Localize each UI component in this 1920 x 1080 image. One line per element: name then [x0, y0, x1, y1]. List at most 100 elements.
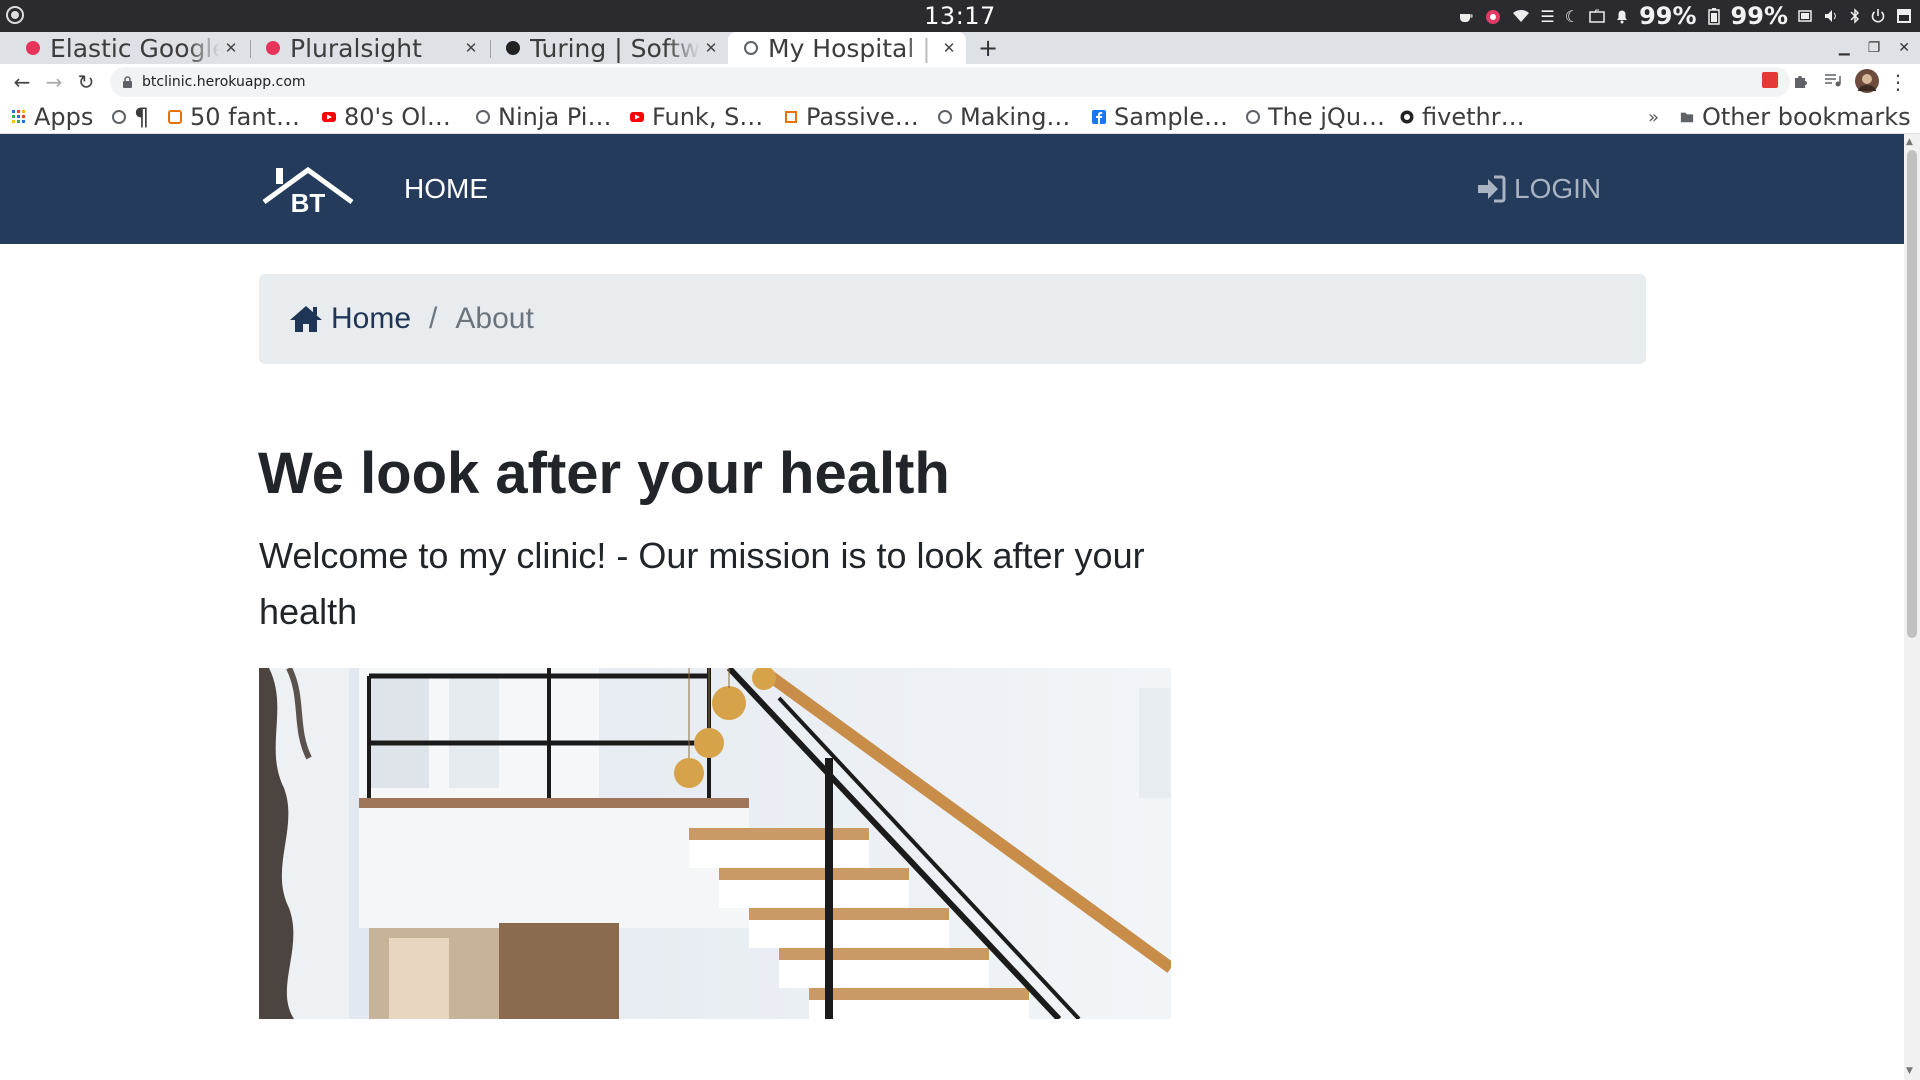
pluralsight-favicon-icon	[26, 41, 40, 55]
bookmark-item[interactable]: Passive…	[784, 100, 919, 134]
night-mode-icon[interactable]: ☾	[1565, 7, 1579, 26]
volume-icon[interactable]	[1824, 9, 1840, 23]
breadcrumb-separator: /	[429, 302, 438, 335]
youtube-icon	[322, 110, 336, 124]
close-window-icon[interactable]: ✕	[1898, 40, 1910, 56]
kebab-menu-icon[interactable]: ⋮	[1886, 70, 1910, 94]
close-icon[interactable]: ✕	[220, 39, 242, 57]
bell-icon[interactable]	[1615, 8, 1629, 24]
menu-lines-icon[interactable]: ☰	[1540, 7, 1554, 26]
home-icon	[289, 304, 323, 334]
window-icon[interactable]	[1896, 8, 1912, 24]
back-arrow-icon[interactable]: ←	[10, 70, 34, 94]
tab-title: Turing | Software	[530, 33, 700, 63]
bookmark-item[interactable]: Sample…	[1092, 100, 1228, 134]
bookmark-label: Making…	[960, 103, 1071, 131]
tab-turing[interactable]: Turing | Software ✕	[490, 32, 728, 64]
bookmarks-overflow-chevron[interactable]: »	[1648, 100, 1659, 134]
bookmarks-bar: Apps ¶ 50 fant… 80's Ol… Ninja Pi… Funk,…	[0, 100, 1920, 134]
battery-2-percent[interactable]: 99%	[1731, 2, 1788, 30]
bookmark-item[interactable]: fivethr…	[1400, 100, 1525, 134]
system-tray: ☰ ☾ 99% 99%	[1458, 0, 1912, 32]
folder-icon[interactable]	[1589, 9, 1605, 23]
bookmark-label: 50 fant…	[190, 103, 300, 131]
other-bookmarks[interactable]: Other bookmarks	[1680, 100, 1911, 134]
bookmark-label: Ninja Pi…	[498, 103, 612, 131]
bookmark-item[interactable]: 50 fant…	[168, 100, 300, 134]
battery-1-percent[interactable]: 99%	[1639, 2, 1696, 30]
activities-icon[interactable]	[6, 6, 24, 24]
pluralsight-favicon-icon	[266, 41, 280, 55]
site-navbar: BT HOME LOGIN	[0, 134, 1904, 244]
chip-icon	[784, 110, 798, 124]
maximize-icon[interactable]: ❐	[1868, 40, 1881, 56]
turing-favicon-icon	[506, 41, 520, 55]
bluetooth-icon[interactable]	[1850, 8, 1860, 24]
bookmark-label: ¶	[134, 103, 150, 131]
new-tab-button[interactable]: +	[976, 32, 1000, 64]
bookmark-item[interactable]: Making…	[938, 100, 1070, 134]
scrollbar-thumb[interactable]	[1907, 150, 1917, 638]
battery-icon[interactable]	[1707, 7, 1721, 25]
breadcrumb-home-label: Home	[331, 302, 412, 335]
app-indicator-icon[interactable]	[1484, 7, 1502, 25]
window-controls: ▁ ❐ ✕	[1839, 32, 1910, 64]
bookmark-label: Passive…	[806, 103, 919, 131]
tab-title: Pluralsight	[290, 33, 422, 63]
browser-tab-strip: Elastic Google Cloud ✕ Pluralsight ✕ Tur…	[0, 32, 1920, 64]
bookmark-label: Funk, S…	[652, 103, 764, 131]
wifi-icon[interactable]	[1512, 9, 1530, 23]
globe-favicon-icon	[744, 41, 758, 55]
close-icon[interactable]: ✕	[460, 39, 482, 57]
bookmark-item[interactable]: Apps	[12, 100, 93, 134]
apps-grid-icon	[12, 110, 26, 124]
bookmark-item[interactable]: 80's Ol…	[322, 100, 451, 134]
nav-login-link[interactable]: LOGIN	[1476, 134, 1601, 244]
bookmark-item[interactable]: Ninja Pi…	[476, 100, 611, 134]
breadcrumb-home-link[interactable]: Home	[289, 302, 411, 336]
forward-arrow-icon[interactable]: →	[42, 70, 66, 94]
tab-pluralsight[interactable]: Pluralsight ✕	[250, 32, 488, 64]
bookmark-label: Sample…	[1114, 103, 1228, 131]
tab-elastic[interactable]: Elastic Google Cloud ✕	[10, 32, 248, 64]
close-icon[interactable]: ✕	[938, 39, 960, 57]
scroll-up-icon[interactable]: ▲	[1906, 137, 1913, 147]
globe-icon	[938, 110, 952, 124]
minimize-icon[interactable]: ▁	[1839, 40, 1850, 56]
brand-text: BT	[291, 188, 326, 216]
close-icon[interactable]: ✕	[700, 39, 722, 57]
globe-icon	[112, 110, 126, 124]
breadcrumb: Home / About	[259, 274, 1646, 364]
square-orange-icon	[168, 110, 182, 124]
nav-login-label: LOGIN	[1514, 173, 1602, 204]
power-icon[interactable]	[1870, 8, 1886, 24]
folder-icon	[1680, 110, 1694, 124]
youtube-icon	[630, 110, 644, 124]
bookmark-item[interactable]: The jQu…	[1246, 100, 1385, 134]
page-headline: We look after your health	[258, 441, 950, 506]
clinic-staircase-image	[259, 668, 1171, 1019]
breadcrumb-current: About	[455, 302, 534, 335]
puzzle-extensions-icon[interactable]	[1792, 72, 1810, 94]
tab-my-hospital[interactable]: My Hospital | Home ✕	[728, 32, 966, 64]
profile-avatar[interactable]	[1855, 69, 1879, 97]
bookmark-item[interactable]: ¶	[112, 100, 149, 134]
bookmark-item[interactable]: Funk, S…	[630, 100, 763, 134]
brand-logo[interactable]: BT	[262, 164, 354, 218]
browser-toolbar: ← → ↻ btclinic.herokuapp.com ☆ ⋮	[0, 64, 1920, 100]
tab-title: My Hospital | Home	[768, 33, 938, 63]
bookmark-label: fivethr…	[1422, 103, 1525, 131]
address-bar[interactable]: btclinic.herokuapp.com ☆	[110, 67, 1790, 97]
nav-home-link[interactable]: HOME	[404, 134, 488, 244]
reload-icon[interactable]: ↻	[74, 70, 98, 94]
bookmark-label: Apps	[34, 103, 94, 131]
lock-icon[interactable]	[120, 75, 134, 89]
red-extension-icon[interactable]	[1762, 72, 1778, 92]
coffee-icon[interactable]	[1458, 8, 1474, 24]
scroll-down-icon[interactable]: ▼	[1906, 1066, 1913, 1076]
globe-icon	[1246, 110, 1260, 124]
bookmark-label: The jQu…	[1268, 103, 1386, 131]
url-text[interactable]: btclinic.herokuapp.com	[142, 74, 306, 90]
media-queue-icon[interactable]	[1824, 72, 1842, 92]
battery-device-icon[interactable]	[1798, 9, 1814, 23]
